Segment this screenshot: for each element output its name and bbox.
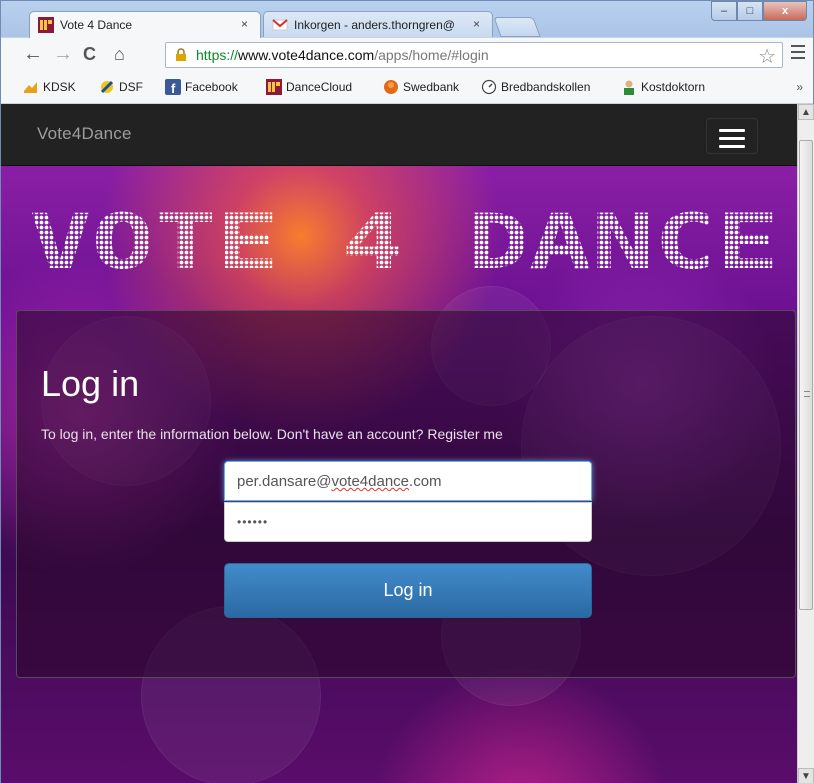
url-scheme: https:// xyxy=(196,47,239,63)
page-viewport: Vote4Dance VOTE 4 DANCE Log in To log in… xyxy=(1,104,797,783)
bookmark-label: KDSK xyxy=(43,80,76,94)
email-prefix: per.dansare@ xyxy=(237,473,332,490)
address-bar[interactable]: https://www.vote4dance.com/apps/home/#lo… xyxy=(165,42,783,68)
email-suffix: .com xyxy=(409,473,442,490)
bookmark-label: Facebook xyxy=(185,80,238,94)
more-bookmarks-icon[interactable]: » xyxy=(796,80,803,94)
bookmark-kdsk[interactable]: KDSK xyxy=(23,80,76,94)
hero-background: VOTE 4 DANCE Log in To log in, enter the… xyxy=(1,166,797,783)
close-window-button[interactable]: x xyxy=(763,1,807,21)
gmail-icon xyxy=(272,19,288,31)
svg-text:f: f xyxy=(171,81,176,95)
bookmark-label: Kostdoktorn xyxy=(641,80,706,94)
forward-arrow-icon[interactable]: → xyxy=(53,44,73,64)
facebook-icon: f xyxy=(165,79,181,95)
browser-window: Vote 4 Dance × Inkorgen - anders.thorngr… xyxy=(0,0,814,783)
dsf-icon xyxy=(100,80,114,94)
bookmark-star-icon[interactable]: ☆ xyxy=(758,44,776,69)
bookmark-label: DanceCloud xyxy=(286,80,353,94)
new-tab-button[interactable] xyxy=(493,17,541,37)
url-host: www.vote4dance.com xyxy=(238,47,375,63)
vote4dance-logo: VOTE 4 DANCE xyxy=(29,210,779,272)
url-path: /apps/home/#login xyxy=(374,47,489,63)
minimize-button[interactable]: – xyxy=(711,1,737,21)
kostdoktorn-icon xyxy=(624,80,634,95)
tab-close-icon[interactable]: × xyxy=(241,17,248,31)
password-field[interactable]: •••••• xyxy=(224,502,592,542)
login-panel: Log in To log in, enter the information … xyxy=(16,310,796,678)
tab-gmail[interactable]: Inkorgen - anders.thorngren@ × xyxy=(263,11,493,38)
site-brand[interactable]: Vote4Dance xyxy=(37,124,132,144)
home-icon[interactable]: ⌂ xyxy=(114,44,125,64)
email-domain: vote4dance xyxy=(331,473,410,490)
scroll-down-icon[interactable]: ▼ xyxy=(798,768,814,783)
dancecloud-icon xyxy=(266,79,282,95)
browser-toolbar: ← → C ⌂ https://www.vote4dance.com/apps/… xyxy=(1,37,813,104)
tab-title: Vote 4 Dance xyxy=(60,18,133,32)
lock-icon xyxy=(176,48,186,61)
site-navbar: Vote4Dance xyxy=(1,104,797,166)
kdsk-icon xyxy=(24,82,37,93)
bookmark-label: DSF xyxy=(119,80,143,94)
bookmark-dancecloud[interactable]: DanceCloud xyxy=(266,79,353,95)
tab-close-icon[interactable]: × xyxy=(473,17,480,31)
bookmarks-bar: KDSK DSF f Facebook DanceCloud Swedbank … xyxy=(1,72,813,104)
tab-title: Inkorgen - anders.thorngren@ xyxy=(294,18,455,32)
tab-vote4dance[interactable]: Vote 4 Dance × xyxy=(29,11,261,38)
reload-icon[interactable]: C xyxy=(83,44,96,64)
vote4dance-favicon-icon xyxy=(38,17,54,33)
scroll-up-icon[interactable]: ▲ xyxy=(798,104,814,120)
hamburger-icon[interactable] xyxy=(706,118,758,154)
scroll-thumb[interactable] xyxy=(799,140,813,610)
login-heading: Log in xyxy=(41,363,140,404)
maximize-button[interactable]: □ xyxy=(737,1,763,21)
back-arrow-icon[interactable]: ← xyxy=(23,44,43,64)
navigation-row: ← → C ⌂ https://www.vote4dance.com/apps/… xyxy=(1,38,813,72)
page-scrollbar[interactable]: ▲ ▼ xyxy=(797,104,814,783)
bookmark-label: Bredbandskollen xyxy=(501,80,591,94)
bookmark-bredbandskollen[interactable]: Bredbandskollen xyxy=(481,79,591,95)
bookmark-swedbank[interactable]: Swedbank xyxy=(383,80,459,94)
window-controls: – □ x xyxy=(711,1,807,21)
swedbank-icon xyxy=(384,80,398,94)
bookmark-label: Swedbank xyxy=(403,80,460,94)
bookmark-kostdoktorn[interactable]: Kostdoktorn xyxy=(621,80,706,95)
login-button[interactable]: Log in xyxy=(224,563,592,618)
email-field[interactable]: per.dansare@vote4dance.com xyxy=(224,461,592,501)
tab-strip: Vote 4 Dance × Inkorgen - anders.thorngr… xyxy=(1,1,813,38)
browser-menu-icon[interactable] xyxy=(791,45,805,63)
grip-icon xyxy=(804,391,810,397)
logo-text: VOTE 4 DANCE xyxy=(29,210,779,272)
bredbandskollen-icon xyxy=(481,79,497,95)
bookmark-facebook[interactable]: f Facebook xyxy=(165,79,238,95)
login-instructions: To log in, enter the information below. … xyxy=(41,426,503,442)
bookmark-dsf[interactable]: DSF xyxy=(99,80,143,94)
